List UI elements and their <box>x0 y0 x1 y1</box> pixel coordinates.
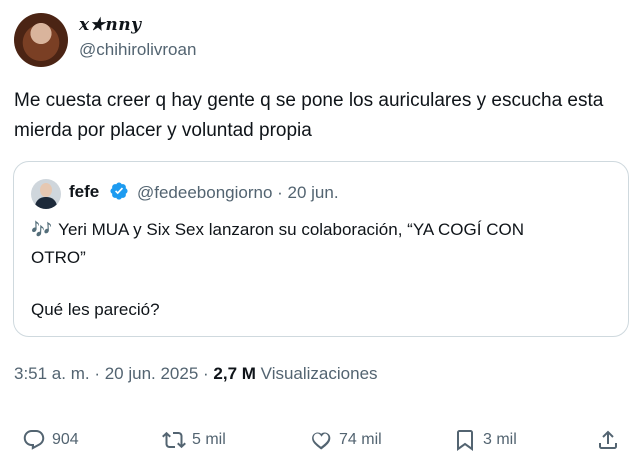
quoted-text-line-3: Qué les pareció? <box>31 300 160 319</box>
quoted-text-line-1: 🎶 Yeri MUA y Six Sex lanzaron su colabora… <box>31 220 524 239</box>
reply-count: 904 <box>52 431 79 448</box>
reply-button[interactable]: 904 <box>22 428 79 452</box>
music-notes-icon: 🎶 <box>31 220 53 239</box>
share-button[interactable] <box>596 428 626 452</box>
views-count: 2,7 M <box>213 364 256 383</box>
heart-icon <box>312 432 331 450</box>
views-label: Visualizaciones <box>255 364 378 383</box>
bookmark-icon <box>457 430 473 451</box>
tweet-text: Me cuesta creer q hay gente q se pone lo… <box>14 90 604 141</box>
verified-badge-icon <box>110 182 128 200</box>
quoted-author-name: fefe <box>69 182 100 201</box>
author-handle[interactable]: @chihirolivroan <box>79 40 196 60</box>
quoted-author-avatar <box>31 179 61 209</box>
action-bar: 904 5 mil 74 mil 3 mil <box>0 420 641 460</box>
quoted-handle-date: @fedeebongiorno · 20 jun. <box>137 183 339 202</box>
like-count: 74 mil <box>339 431 382 448</box>
author-avatar[interactable] <box>14 13 68 67</box>
repost-count: 5 mil <box>192 431 226 448</box>
bookmark-count: 3 mil <box>483 431 517 448</box>
quoted-text-line-2: OTRO” <box>31 248 86 267</box>
quoted-tweet[interactable]: fefe @fedeebongiorno · 20 jun. 🎶 Yeri MUA… <box>13 161 629 337</box>
author-display-name[interactable]: x★nny <box>79 15 141 35</box>
repost-icon <box>162 431 186 449</box>
reply-icon <box>23 430 45 450</box>
share-icon <box>599 430 617 449</box>
tweet-time-date[interactable]: 3:51 a. m. · 20 jun. 2025 · <box>14 364 213 383</box>
bookmark-button[interactable]: 3 mil <box>453 428 517 452</box>
repost-button[interactable]: 5 mil <box>162 428 226 452</box>
like-button[interactable]: 74 mil <box>309 428 382 452</box>
tweet-timestamp: 3:51 a. m. · 20 jun. 2025 · 2,7 M Visual… <box>14 364 378 384</box>
